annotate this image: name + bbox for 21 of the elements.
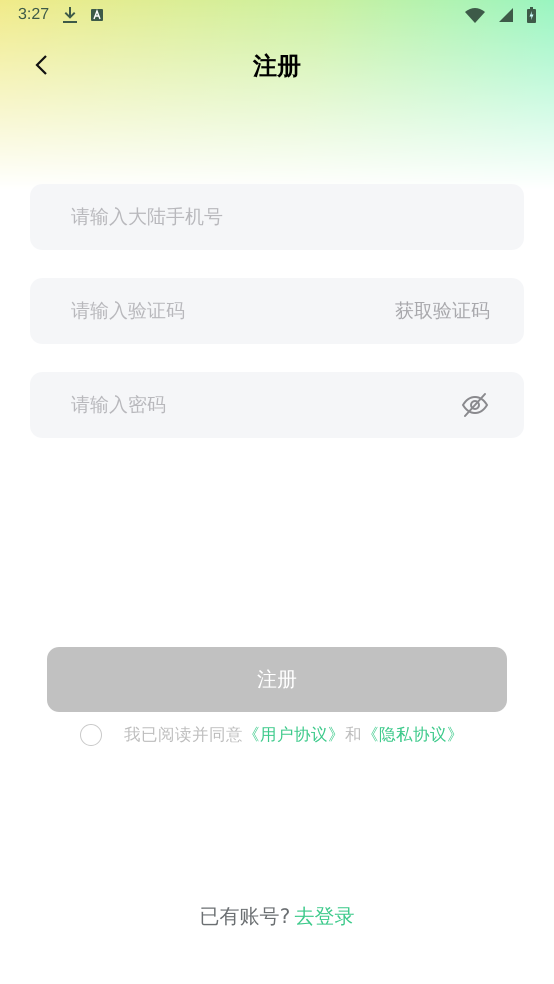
have-account-text: 已有账号? [200, 903, 290, 930]
text-input[interactable]: 请输入验证码 [69, 299, 395, 323]
wifi-icon [465, 8, 485, 22]
login-link[interactable]: 去登录 [294, 903, 354, 930]
input-field[interactable]: 请输入大陆手机号 [30, 184, 524, 250]
back-icon [34, 54, 48, 76]
text-input[interactable]: 请输入大陆手机号 [69, 205, 490, 229]
download-icon [63, 7, 78, 23]
agreement-text: 我已阅读并同意《用户协议》和《隐私协议》 [124, 724, 464, 746]
signal-icon [499, 8, 513, 22]
input-field[interactable]: 请输入验证码 获取验证码 [30, 278, 524, 344]
text-input[interactable]: 请输入密码 [69, 393, 460, 417]
eye-hidden-icon[interactable] [460, 390, 490, 420]
page-title: 注册 [253, 51, 301, 82]
privacy-agreement-link[interactable]: 《隐私协议》 [362, 725, 464, 744]
user-agreement-link[interactable]: 《用户协议》 [243, 725, 345, 744]
battery-icon [527, 7, 536, 23]
agree-radio[interactable] [80, 724, 102, 746]
status-time: 3:27 [18, 6, 50, 24]
input-field[interactable]: 请输入密码 [30, 372, 524, 438]
get-code-button[interactable]: 获取验证码 [395, 298, 490, 324]
